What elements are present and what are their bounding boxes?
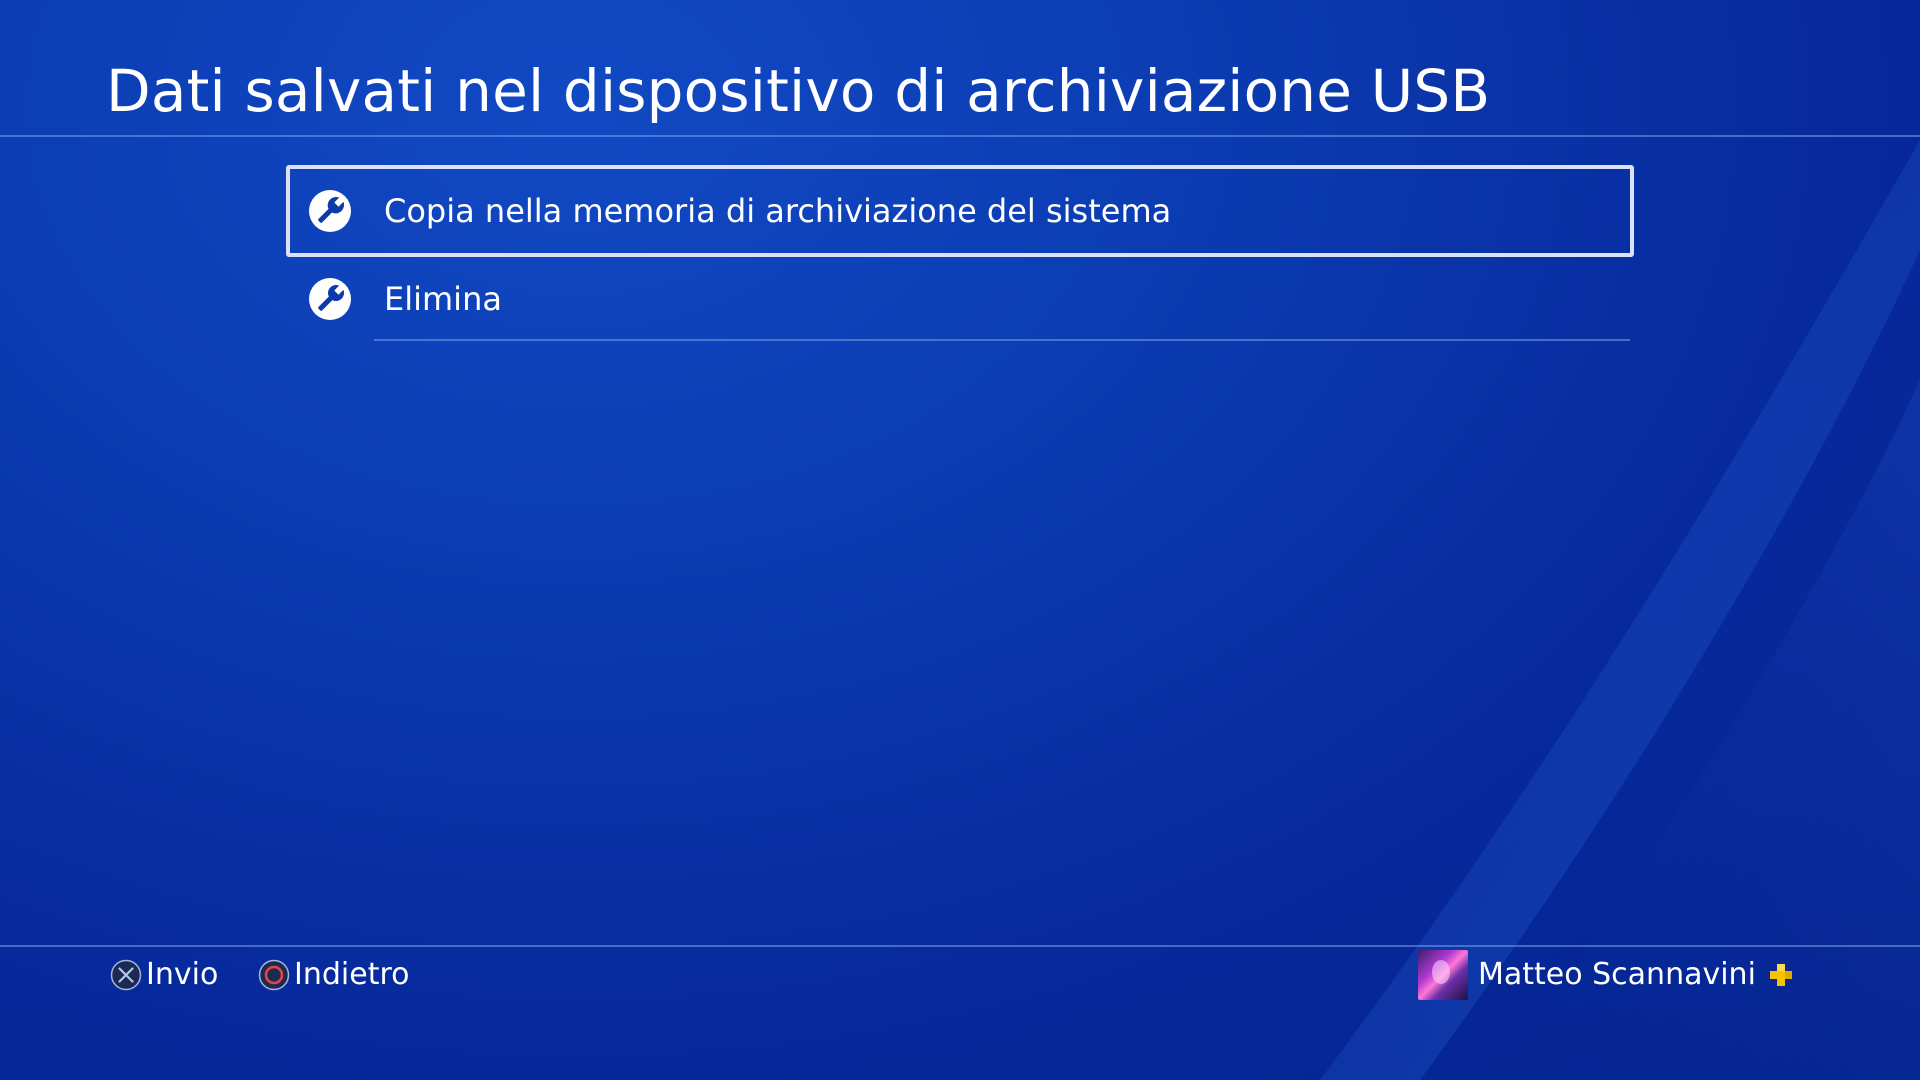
circle-button-icon <box>258 959 290 991</box>
user-name: Matteo Scannavini <box>1478 957 1756 992</box>
menu-item-label: Elimina <box>384 280 502 318</box>
cross-button-icon <box>110 959 142 991</box>
menu-divider <box>374 339 1630 341</box>
enter-hint-label: Invio <box>146 957 219 992</box>
user-profile[interactable]: Matteo Scannavini <box>1418 950 1794 1000</box>
menu-item-delete[interactable]: Elimina <box>286 257 1634 341</box>
menu-item-copy-to-system-storage[interactable]: Copia nella memoria di archiviazione del… <box>286 165 1634 257</box>
playstation-plus-icon <box>1769 964 1792 986</box>
header-divider <box>0 135 1920 137</box>
avatar <box>1418 950 1468 1000</box>
wrench-icon <box>309 278 351 320</box>
menu-item-label: Copia nella memoria di archiviazione del… <box>384 192 1172 230</box>
enter-hint[interactable]: Invio <box>110 955 218 995</box>
background-waves <box>1320 140 1920 1080</box>
back-hint-label: Indietro <box>294 957 410 992</box>
options-menu: Copia nella memoria di archiviazione del… <box>286 165 1634 341</box>
wrench-icon <box>309 190 351 232</box>
footer-divider <box>0 945 1920 947</box>
page-title: Dati salvati nel dispositivo di archivia… <box>106 57 1491 125</box>
back-hint[interactable]: Indietro <box>258 955 410 995</box>
